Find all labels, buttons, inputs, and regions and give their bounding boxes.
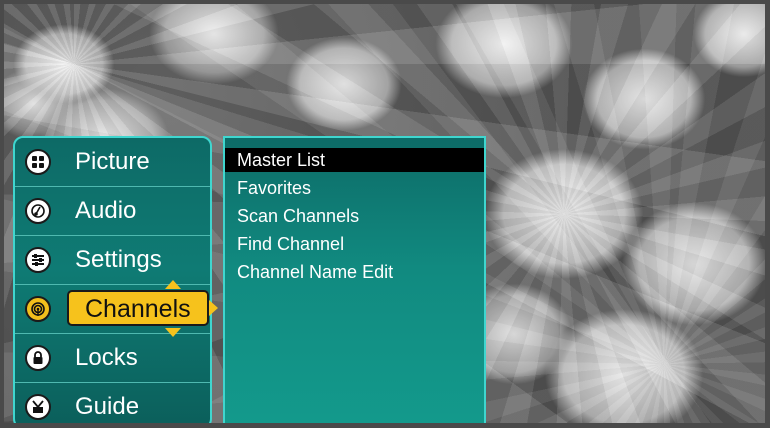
submenu-item-find-channel[interactable]: Find Channel xyxy=(237,232,344,256)
menu-label-picture: Picture xyxy=(75,148,150,175)
menu-item-picture[interactable]: Picture xyxy=(15,138,210,187)
menu-item-guide[interactable]: Guide xyxy=(15,383,210,423)
submenu-item-channel-name-edit[interactable]: Channel Name Edit xyxy=(237,260,393,284)
tv-screen: Picture Audio Settings Locks Guide Chann… xyxy=(0,0,770,428)
menu-label-locks: Locks xyxy=(75,344,138,371)
submenu-item-scan-channels[interactable]: Scan Channels xyxy=(237,204,359,228)
menu-label-channels: Channels xyxy=(85,295,191,323)
audio-icon xyxy=(25,198,51,224)
guide-icon xyxy=(25,394,51,420)
menu-label-settings: Settings xyxy=(75,246,162,273)
picture-icon xyxy=(25,149,51,175)
submenu-item-favorites[interactable]: Favorites xyxy=(237,176,311,200)
submenu-item-master-list[interactable]: Master List xyxy=(225,148,484,172)
lock-icon xyxy=(25,345,51,371)
up-arrow-icon xyxy=(165,280,181,289)
channels-icon xyxy=(25,296,51,322)
selected-menu-box[interactable]: Channels xyxy=(67,290,209,326)
down-arrow-icon xyxy=(165,328,181,337)
right-arrow-icon xyxy=(209,300,218,316)
menu-label-guide: Guide xyxy=(75,393,140,420)
channels-submenu: Master List Favorites Scan Channels Find… xyxy=(223,136,486,423)
menu-item-audio[interactable]: Audio xyxy=(15,187,210,236)
main-menu: Picture Audio Settings Locks Guide Chann… xyxy=(13,136,218,423)
menu-item-locks[interactable]: Locks xyxy=(15,334,210,383)
settings-icon xyxy=(25,247,51,273)
menu-label-audio: Audio xyxy=(75,197,137,224)
menu-item-settings[interactable]: Settings xyxy=(15,236,210,285)
